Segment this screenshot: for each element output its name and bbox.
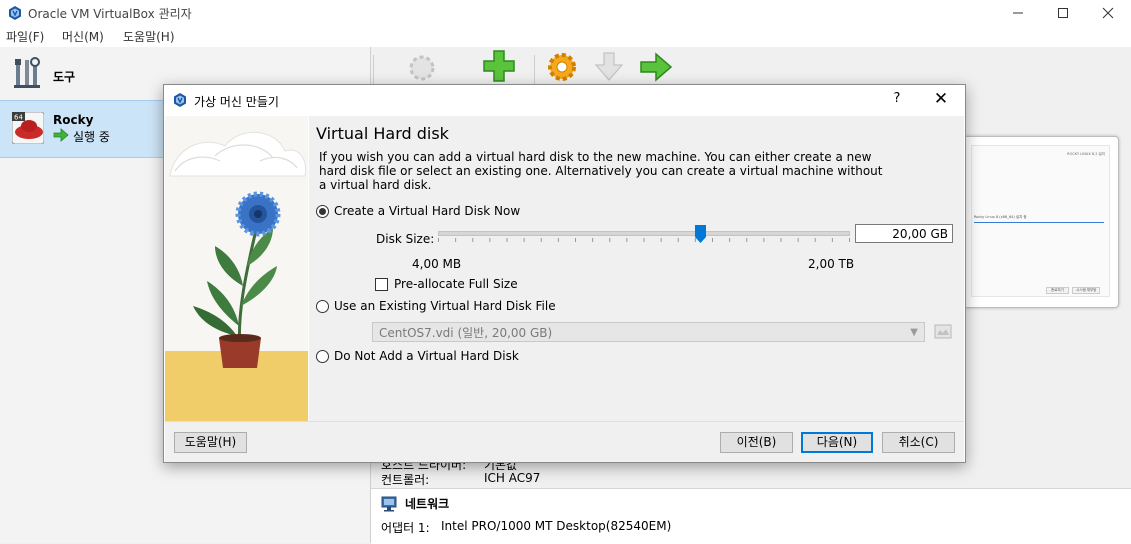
virtualbox-logo-icon [9,6,21,20]
flower-pot-illustration [165,116,308,421]
network-icon [381,496,397,512]
menu-file[interactable]: 파일(F) [6,28,44,45]
radio-create-disk-label[interactable]: Create a Virtual Hard Disk Now [334,204,520,218]
help-button[interactable]: 도움말(H) [174,432,247,453]
back-button[interactable]: 이전(B) [720,432,793,453]
preview-progress-text: Rocky Linux 8 (x86_64) 설치 중 [974,215,1027,219]
virtualbox-logo-icon [174,93,186,107]
network-section: 네트워크 어댑터 1: Intel PRO/1000 MT Desktop(82… [371,488,1131,544]
settings-gear-icon[interactable] [545,50,579,84]
existing-disk-value: CentOS7.vdi (일반, 20,00 GB) [379,326,553,340]
dialog-button-bar: 도움말(H) 이전(B) 다음(N) 취소(C) [165,421,964,462]
adapter-value: Intel PRO/1000 MT Desktop(82540EM) [441,519,672,533]
wizard-page: Virtual Hard disk If you wish you can ad… [309,116,964,421]
window-titlebar: Oracle VM VirtualBox 관리자 [0,0,1131,25]
controller-label: 컨트롤러: [381,473,430,487]
next-button[interactable]: 다음(N) [801,432,873,453]
page-heading: Virtual Hard disk [316,124,449,143]
start-arrow-icon[interactable] [639,51,673,83]
menu-help[interactable]: 도움말(H) [123,28,175,45]
dialog-help-button[interactable]: ? [882,91,912,109]
preview-progress-bar [974,222,1104,223]
running-arrow-icon [53,128,69,142]
preview-text: ROCKY LINUX 8.2 설치 [1067,152,1105,156]
slider-ticks [438,238,850,242]
minimize-button[interactable] [995,0,1041,25]
radio-existing-disk[interactable] [316,300,329,313]
open-folder-icon[interactable] [934,322,952,340]
page-description: If you wish you can add a virtual hard d… [319,150,883,192]
preview-button: 시스템 재부팅 [1072,287,1101,294]
menu-bar: 파일(F) 머신(M) 도움말(H) [0,25,1131,47]
preview-screen: ROCKY LINUX 8.2 설치 Rocky Linux 8 (x86_64… [971,145,1110,297]
toolbar-separator [534,55,535,87]
close-icon [1102,7,1114,19]
controller-value: ICH AC97 [484,471,541,485]
vm-arch-badge: 64 [14,114,23,122]
radio-create-disk[interactable] [316,205,329,218]
window-close-button[interactable] [1085,0,1131,25]
menu-machine[interactable]: 머신(M) [62,28,104,45]
vm-preview-thumbnail: ROCKY LINUX 8.2 설치 Rocky Linux 8 (x86_64… [962,136,1119,308]
slider-min-label: 4,00 MB [412,257,462,271]
adapter-label: 어댑터 1: [381,521,430,535]
maximize-icon [1058,8,1068,18]
radio-no-disk[interactable] [316,350,329,363]
vm-name: Rocky [53,113,94,127]
preview-button: 종료하기 [1046,287,1069,294]
dialog-close-button[interactable]: ✕ [926,88,956,110]
dialog-title: 가상 머신 만들기 [194,95,279,109]
radio-no-disk-label[interactable]: Do Not Add a Virtual Hard Disk [334,349,519,363]
cancel-button[interactable]: 취소(C) [882,432,955,453]
preallocate-label[interactable]: Pre-allocate Full Size [394,277,518,291]
existing-disk-combo[interactable]: CentOS7.vdi (일반, 20,00 GB) ▼ [372,322,925,342]
dialog-titlebar: 가상 머신 만들기 ? ✕ [164,85,965,115]
disk-size-label: Disk Size: [376,232,435,246]
tools-label: 도구 [53,70,76,84]
create-vm-dialog: 가상 머신 만들기 ? ✕ Virtual Hard disk If you w… [163,84,966,463]
new-vm-plus-icon[interactable] [482,49,516,83]
tools-icon [14,57,40,88]
slider-max-label: 2,00 TB [808,257,855,271]
radio-existing-disk-label[interactable]: Use an Existing Virtual Hard Disk File [334,299,556,313]
toolbar-separator [373,55,374,87]
preallocate-checkbox[interactable] [375,278,388,291]
disk-size-slider-track[interactable] [438,231,850,236]
minimize-icon [1013,12,1023,14]
vm-status: 실행 중 [73,130,110,144]
rocky-os-icon: 64 [12,112,44,144]
wizard-illustration [165,116,308,421]
chevron-down-icon: ▼ [910,327,918,338]
window-title: Oracle VM VirtualBox 관리자 [28,7,192,21]
network-title: 네트워크 [405,497,450,511]
maximize-button[interactable] [1040,0,1086,25]
settings-disabled-icon[interactable] [405,51,439,85]
disk-size-input[interactable]: 20,00 GB [855,224,953,243]
discard-down-arrow-icon[interactable] [593,51,625,83]
